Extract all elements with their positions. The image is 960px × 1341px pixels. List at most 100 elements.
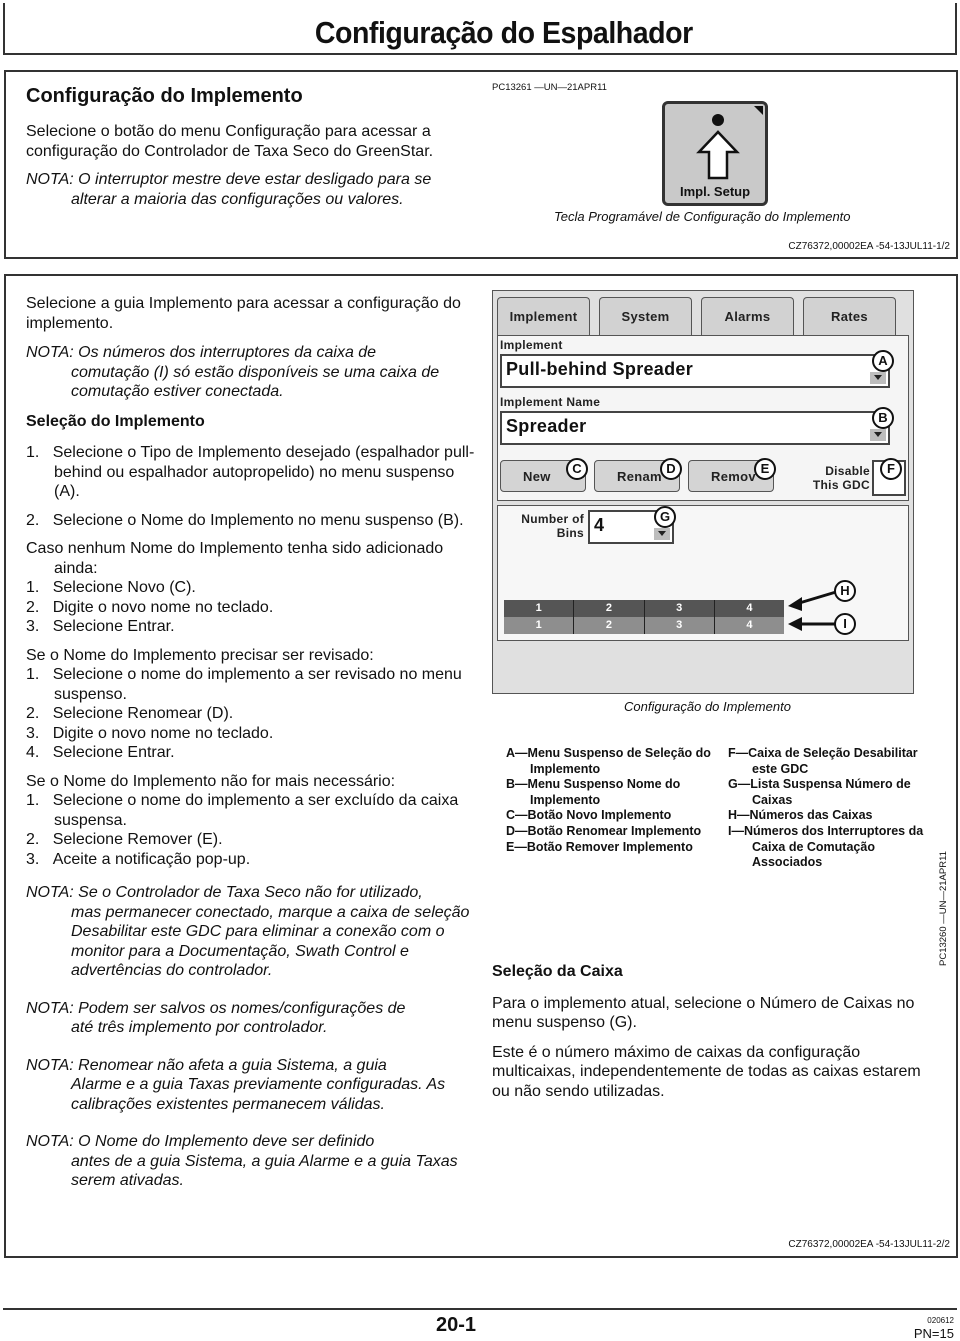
- step: 1. Selecione o nome do implemento a ser …: [26, 665, 476, 704]
- tab-implement[interactable]: Implement: [497, 297, 590, 335]
- subheading: Seleção do Implemento: [26, 412, 205, 430]
- step: 3. Selecione Entrar.: [26, 617, 476, 637]
- bin-numbers-row: 1 2 3 4: [504, 600, 784, 617]
- legend-key: F—: [728, 746, 749, 760]
- upload-arrow-icon: [696, 114, 740, 180]
- note: NOTA: Os números dos interruptores da ca…: [26, 343, 476, 402]
- date-code: 020612: [927, 1316, 954, 1325]
- note-continuation: até três implemento por controlador.: [71, 1019, 328, 1036]
- note: NOTA: Se o Controlador de Taxa Seco não …: [26, 883, 476, 981]
- legend-item: G—Lista Suspensa Número de Caixas: [728, 777, 943, 808]
- softkey-label: Impl. Setup: [679, 184, 751, 199]
- step-text: Selecione o Nome do Implemento no menu s…: [52, 511, 464, 529]
- step-number: 1.: [26, 792, 40, 809]
- bin-number: 2: [574, 600, 645, 617]
- bin-number: 1: [504, 600, 575, 617]
- note-first-line: NOTA: Se o Controlador de Taxa Seco não …: [26, 884, 423, 901]
- bin-number: 3: [645, 600, 715, 617]
- bin-selection-column: Seleção da Caixa Para o implemento atual…: [492, 962, 937, 1111]
- step-number: 3.: [26, 850, 40, 868]
- reference-code: CZ76372,00002EA -54-13JUL11-1/2: [788, 241, 950, 252]
- tab-alarms[interactable]: Alarms: [701, 297, 794, 335]
- legend-item: C—Botão Novo Implemento: [506, 808, 726, 824]
- legend-key: A—: [506, 746, 528, 760]
- step: 3. Digite o novo nome no teclado.: [26, 724, 476, 744]
- legend-item: F—Caixa de Seleção Desabilitar este GDC: [728, 746, 943, 777]
- note: NOTA: O interruptor mestre deve estar de…: [26, 170, 481, 210]
- legend-key: E—: [506, 839, 527, 854]
- implement-setup-screen: Implement System Alarms Rates Implement …: [492, 290, 914, 694]
- legend-text: Números das Caixas: [749, 808, 873, 823]
- legend-key: I—: [728, 823, 744, 838]
- step: 2. Digite o novo nome no teclado.: [26, 598, 476, 618]
- step: 2. Selecione o Nome do Implemento no men…: [26, 511, 476, 531]
- step-text: Aceite a notificação pop-up.: [52, 850, 251, 868]
- implement-name-value: Spreader: [506, 416, 587, 436]
- implement-name-dropdown[interactable]: Spreader: [500, 411, 890, 445]
- note-continuation: Alarme e a guia Taxas previamente config…: [71, 1076, 446, 1113]
- note: NOTA: Podem ser salvos os nomes/configur…: [26, 999, 476, 1038]
- pn-code: PN=15: [913, 1326, 954, 1341]
- page-title: Configuração do Espalhador: [315, 15, 693, 50]
- bins-label: Number of Bins: [502, 512, 584, 540]
- switch-number: 3: [645, 617, 715, 634]
- step-number: 2.: [26, 598, 40, 616]
- step-text: Digite o novo nome no teclado.: [52, 724, 274, 742]
- legend-right: F—Caixa de Seleção Desabilitar este GDC …: [728, 746, 943, 871]
- callout-c: C: [566, 458, 588, 480]
- legend-text: Menu Suspenso Nome do Implemento: [527, 777, 681, 807]
- bins-label-line2: Bins: [556, 526, 584, 540]
- legend-text: Lista Suspensa Número de Caixas: [750, 777, 911, 807]
- impl-setup-softkey[interactable]: Impl. Setup: [662, 101, 768, 206]
- case-intro: Se o Nome do Implemento precisar ser rev…: [26, 646, 374, 664]
- note-first-line: NOTA: Renomear não afeta a guia Sistema,…: [26, 1056, 387, 1074]
- legend-item: I—Números dos Interruptores da Caixa de …: [728, 824, 943, 871]
- step-text: Digite o novo nome no teclado.: [52, 598, 274, 616]
- section-implement-config: Configuração do Implemento Selecione o b…: [4, 70, 958, 259]
- disable-gdc-label: Disable This GDC: [798, 464, 870, 492]
- step-number: 2.: [26, 705, 40, 722]
- callout-i: I: [834, 613, 856, 635]
- tab-rates[interactable]: Rates: [803, 297, 896, 335]
- step-number: 2.: [26, 511, 40, 529]
- chevron-down-icon: [870, 429, 886, 441]
- note-first-line: NOTA: O Nome do Implemento deve ser defi…: [26, 1133, 375, 1150]
- legend-item: H—Números das Caixas: [728, 808, 943, 824]
- implement-dropdown[interactable]: Pull-behind Spreader: [500, 354, 890, 388]
- chevron-down-icon: [654, 528, 670, 540]
- intro-paragraph: Selecione o botão do menu Configuração p…: [26, 123, 434, 160]
- step: 1. Selecione o Tipo de Implemento deseja…: [26, 443, 476, 502]
- note-continuation: antes de a guia Sistema, a guia Alarme e…: [71, 1152, 458, 1190]
- step-number: 1.: [26, 444, 40, 461]
- reference-code: CZ76372,00002EA -54-13JUL11-2/2: [788, 1239, 950, 1250]
- figure-code: PC13261 —UN—21APR11: [492, 82, 607, 93]
- tab-system[interactable]: System: [599, 297, 692, 335]
- callout-a: A: [872, 350, 894, 372]
- step-text: Selecione Renomear (D).: [52, 705, 234, 722]
- step-text: Selecione o nome do implemento a ser rev…: [52, 666, 462, 703]
- disable-label-line1: Disable: [825, 464, 870, 478]
- implement-name-label: Implement Name: [500, 395, 601, 409]
- step-number: 4.: [26, 744, 40, 761]
- legend-left: A—Menu Suspenso de Seleção do Implemento…: [506, 746, 726, 855]
- subheading: Seleção da Caixa: [492, 963, 623, 980]
- new-steps: 1. Selecione Novo (C). 2. Digite o novo …: [26, 578, 476, 637]
- footer-divider: [3, 1308, 957, 1310]
- step: 3. Aceite a notificação pop-up.: [26, 850, 476, 870]
- bins-value: 4: [594, 515, 605, 535]
- section-heading: Configuração do Implemento: [26, 85, 303, 107]
- page-title-box: Configuração do Espalhador: [3, 3, 957, 55]
- legend-key: D—: [506, 823, 528, 838]
- remove-steps: 1. Selecione o nome do implemento a ser …: [26, 791, 476, 869]
- intro-paragraph: Selecione a guia Implemento para acessar…: [26, 295, 461, 332]
- callout-b: B: [872, 407, 894, 429]
- legend-key: G—: [728, 777, 751, 792]
- step: 2. Selecione Renomear (D).: [26, 704, 476, 724]
- callout-h: H: [834, 580, 856, 602]
- paragraph: Para o implemento atual, selecione o Núm…: [492, 994, 915, 1032]
- bin-number: 4: [746, 602, 753, 614]
- note-first-line: NOTA: O interruptor mestre deve estar de…: [26, 171, 432, 188]
- legend-item: E—Botão Remover Implemento: [506, 840, 726, 856]
- implement-label: Implement: [500, 338, 563, 352]
- step-text: Selecione o nome do implemento a ser exc…: [52, 792, 459, 829]
